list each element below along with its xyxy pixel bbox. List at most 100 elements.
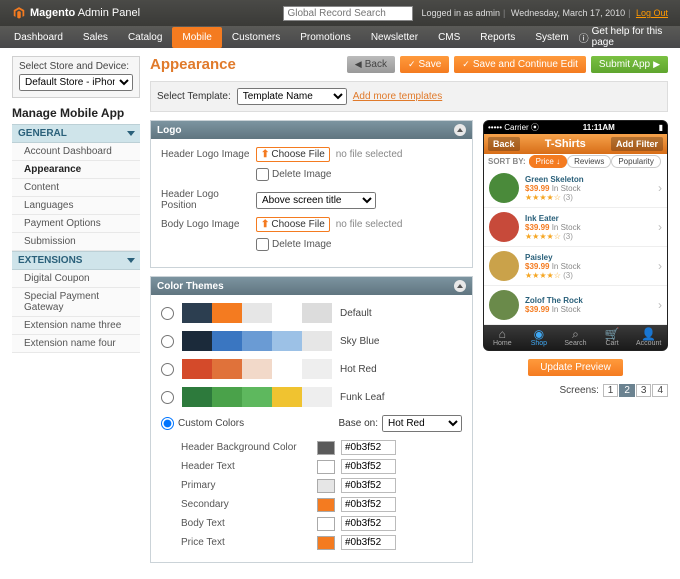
- logout-link[interactable]: Log Out: [636, 8, 668, 18]
- account-icon: 👤: [630, 328, 667, 340]
- sidebar-item[interactable]: Content: [12, 179, 140, 197]
- preview-back-button[interactable]: Back: [488, 137, 520, 151]
- cat-general[interactable]: GENERAL: [12, 124, 140, 143]
- store-select[interactable]: Default Store - iPhone: [19, 74, 133, 91]
- logo-panel: Logo Header Logo Image ⬆Choose File no f…: [150, 120, 473, 268]
- main-content: Appearance ◀Back ✓Save ✓Save and Continu…: [150, 56, 668, 571]
- color-field-row: Secondary: [181, 497, 462, 512]
- delete-image-checkbox[interactable]: [256, 168, 269, 181]
- sort-pill[interactable]: Price ↓: [529, 155, 567, 168]
- color-field-label: Price Text: [181, 537, 311, 548]
- color-hex-input[interactable]: [341, 459, 396, 474]
- theme-radio[interactable]: [161, 391, 174, 404]
- color-swatch[interactable]: [317, 460, 335, 474]
- sidebar-item[interactable]: Digital Coupon: [12, 270, 140, 288]
- global-search-input[interactable]: [283, 6, 413, 21]
- color-swatch[interactable]: [317, 479, 335, 493]
- sidebar-title: Manage Mobile App: [12, 106, 140, 120]
- phone-preview: ••••• Carrier ⦿ 11:11AM ▮ Back T-Shirts …: [483, 120, 668, 571]
- tab-shop[interactable]: ◉Shop: [521, 325, 558, 350]
- nav-customers[interactable]: Customers: [222, 27, 290, 48]
- sort-pill[interactable]: Popularity: [611, 155, 661, 168]
- color-field-row: Header Text: [181, 459, 462, 474]
- color-hex-input[interactable]: [341, 497, 396, 512]
- color-swatch[interactable]: [317, 517, 335, 531]
- sort-pill[interactable]: Reviews: [567, 155, 611, 168]
- color-hex-input[interactable]: [341, 478, 396, 493]
- nav-help[interactable]: ⓘ Get help for this page: [579, 26, 676, 48]
- screen-page[interactable]: 1: [603, 384, 619, 397]
- logged-in-text: Logged in as admin: [421, 8, 500, 18]
- add-filter-button[interactable]: Add Filter: [611, 137, 663, 151]
- submit-app-button[interactable]: Submit App ▶: [591, 56, 668, 73]
- tab-home[interactable]: ⌂Home: [484, 325, 521, 350]
- sidebar-item[interactable]: Appearance: [12, 161, 140, 179]
- sidebar-item[interactable]: Extension name three: [12, 317, 140, 335]
- theme-name: Hot Red: [340, 364, 377, 375]
- choose-file-button[interactable]: ⬆Choose File: [256, 147, 330, 162]
- sidebar-item[interactable]: Payment Options: [12, 215, 140, 233]
- cart-icon: 🛒: [594, 328, 631, 340]
- theme-radio[interactable]: [161, 363, 174, 376]
- sort-by-label: SORT BY:: [488, 157, 526, 166]
- nav-reports[interactable]: Reports: [470, 27, 525, 48]
- theme-swatch-bar: [182, 303, 332, 323]
- nav-sales[interactable]: Sales: [73, 27, 118, 48]
- screen-page[interactable]: 2: [619, 384, 635, 397]
- color-swatch[interactable]: [317, 498, 335, 512]
- sidebar-item[interactable]: Submission: [12, 233, 140, 251]
- sidebar-item[interactable]: Extension name four: [12, 335, 140, 353]
- product-stock: In Stock: [552, 223, 581, 232]
- nav-system[interactable]: System: [525, 27, 578, 48]
- product-stock: In Stock: [552, 184, 581, 193]
- color-hex-input[interactable]: [341, 440, 396, 455]
- collapse-icon[interactable]: [454, 124, 466, 136]
- sidebar-item[interactable]: Languages: [12, 197, 140, 215]
- tab-account[interactable]: 👤Account: [630, 325, 667, 350]
- sidebar-item[interactable]: Special Payment Gateway: [12, 288, 140, 317]
- back-button[interactable]: ◀Back: [347, 56, 395, 73]
- screen-page[interactable]: 3: [636, 384, 652, 397]
- theme-radio[interactable]: [161, 307, 174, 320]
- choose-file-button-2[interactable]: ⬆Choose File: [256, 217, 330, 232]
- battery-icon: ▮: [659, 123, 663, 132]
- product-row[interactable]: Zolof The Rock$39.99 In Stock›: [484, 286, 667, 325]
- color-hex-input[interactable]: [341, 516, 396, 531]
- nav-mobile[interactable]: Mobile: [172, 27, 221, 48]
- chevron-right-icon: ›: [658, 259, 662, 273]
- nav-catalog[interactable]: Catalog: [118, 27, 172, 48]
- sidebar-item[interactable]: Account Dashboard: [12, 143, 140, 161]
- global-search[interactable]: [283, 6, 413, 21]
- tab-cart[interactable]: 🛒Cart: [594, 325, 631, 350]
- color-swatch[interactable]: [317, 441, 335, 455]
- theme-radio[interactable]: [161, 335, 174, 348]
- product-row[interactable]: Green Skeleton$39.99 In Stock★★★★☆ (3)›: [484, 169, 667, 208]
- theme-radio-custom[interactable]: [161, 417, 174, 430]
- delete-image-checkbox-2[interactable]: [256, 238, 269, 251]
- screen-page[interactable]: 4: [652, 384, 668, 397]
- custom-label: Custom Colors: [178, 418, 244, 429]
- product-row[interactable]: Paisley$39.99 In Stock★★★★☆ (3)›: [484, 247, 667, 286]
- color-swatch[interactable]: [317, 536, 335, 550]
- cat-extensions[interactable]: EXTENSIONS: [12, 251, 140, 270]
- template-select[interactable]: Template Name: [237, 88, 347, 105]
- nav-cms[interactable]: CMS: [428, 27, 470, 48]
- nav-promotions[interactable]: Promotions: [290, 27, 361, 48]
- save-continue-button[interactable]: ✓Save and Continue Edit: [454, 56, 586, 73]
- header-pos-select[interactable]: Above screen title: [256, 192, 376, 209]
- tab-search[interactable]: ⌕Search: [557, 325, 594, 350]
- add-templates-link[interactable]: Add more templates: [353, 91, 443, 102]
- base-on-select[interactable]: Hot Red: [382, 415, 462, 432]
- save-button[interactable]: ✓Save: [400, 56, 449, 73]
- search-icon: ⌕: [557, 328, 594, 340]
- product-row[interactable]: Ink Eater$39.99 In Stock★★★★☆ (3)›: [484, 208, 667, 247]
- preview-title: T-Shirts: [520, 138, 611, 150]
- update-preview-button[interactable]: Update Preview: [528, 359, 623, 376]
- color-field-label: Body Text: [181, 518, 311, 529]
- color-hex-input[interactable]: [341, 535, 396, 550]
- nav-dashboard[interactable]: Dashboard: [4, 27, 73, 48]
- product-price: $39.99: [525, 262, 549, 271]
- nav-newsletter[interactable]: Newsletter: [361, 27, 428, 48]
- theme-swatch-bar: [182, 331, 332, 351]
- collapse-icon[interactable]: [454, 280, 466, 292]
